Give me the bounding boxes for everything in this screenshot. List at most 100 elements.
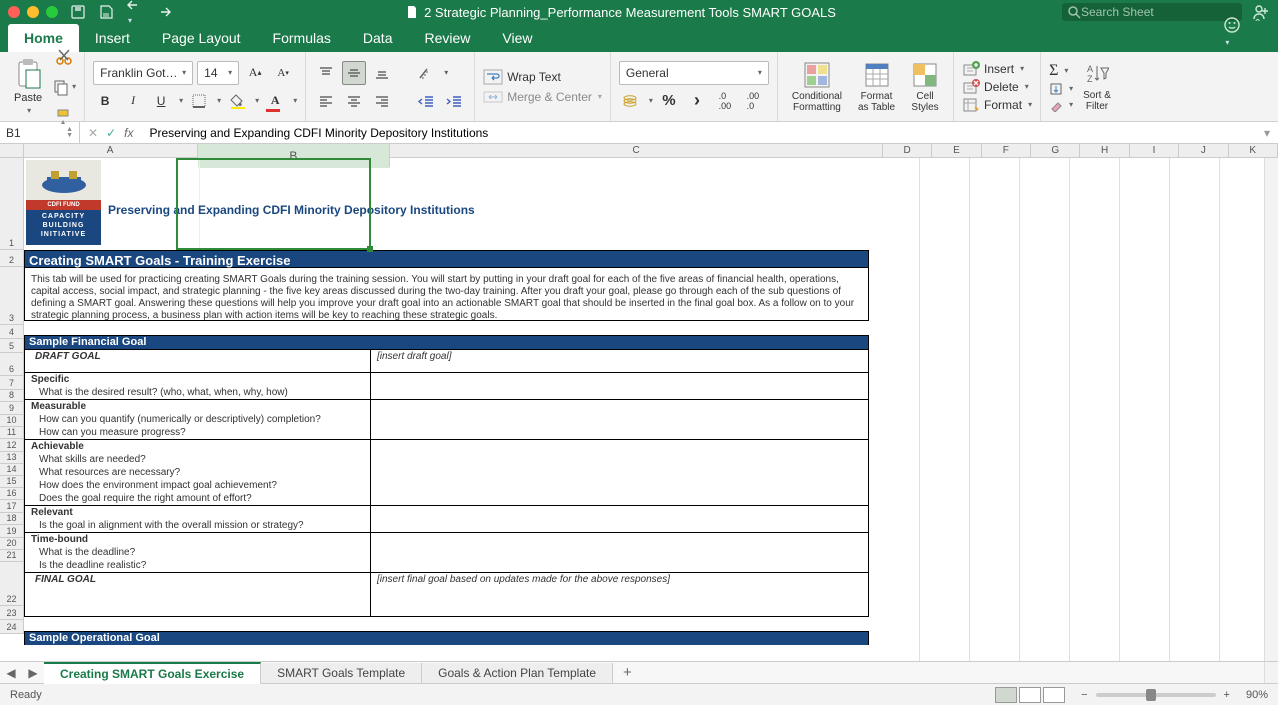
font-name-select[interactable]: Franklin Got…▾: [93, 61, 193, 85]
align-left-icon[interactable]: [314, 89, 338, 113]
row-header-8[interactable]: 8: [0, 390, 23, 402]
orientation-icon[interactable]: [414, 61, 438, 85]
row-header-3[interactable]: 3: [0, 267, 23, 325]
wrap-text-button[interactable]: Wrap Text: [483, 69, 602, 85]
minimize-window-icon[interactable]: [27, 6, 39, 18]
underline-icon[interactable]: U: [149, 89, 173, 113]
row-header-10[interactable]: 10: [0, 415, 23, 427]
number-format-select[interactable]: General▾: [619, 61, 769, 85]
percent-icon[interactable]: %: [657, 89, 681, 113]
align-middle-icon[interactable]: [342, 61, 366, 85]
search-input[interactable]: [1081, 5, 1221, 19]
tab-view[interactable]: View: [486, 24, 548, 52]
row-header-18[interactable]: 18: [0, 513, 23, 525]
decrease-decimal-icon[interactable]: .00.0: [741, 89, 765, 113]
smiley-feedback-icon[interactable]: ▾: [1223, 16, 1241, 48]
zoom-level[interactable]: 90%: [1246, 689, 1268, 701]
row-header-5[interactable]: 5: [0, 339, 23, 353]
cut-icon[interactable]: [52, 45, 76, 69]
zoom-in-button[interactable]: +: [1224, 689, 1230, 701]
align-bottom-icon[interactable]: [370, 61, 394, 85]
save-icon[interactable]: [98, 4, 114, 20]
search-sheet-box[interactable]: [1062, 3, 1242, 21]
name-box[interactable]: B1 ▲▼: [0, 122, 80, 143]
insert-cells-button[interactable]: Insert▾: [962, 61, 1032, 77]
tab-page-layout[interactable]: Page Layout: [146, 24, 257, 52]
col-header-C[interactable]: C: [390, 144, 883, 157]
collapse-ribbon-icon[interactable]: ˆ: [1255, 16, 1260, 48]
formula-input[interactable]: [141, 126, 1256, 140]
row-header-20[interactable]: 20: [0, 538, 23, 550]
merge-center-button[interactable]: Merge & Center▾: [483, 89, 602, 105]
col-header-B[interactable]: B: [198, 144, 391, 168]
row-header-13[interactable]: 13: [0, 452, 23, 464]
horizontal-scrollbar[interactable]: [1264, 662, 1278, 683]
comma-icon[interactable]: ›: [685, 89, 709, 113]
maximize-window-icon[interactable]: [46, 6, 58, 18]
row-header-6[interactable]: 6: [0, 353, 23, 376]
sheet-tab-3[interactable]: Goals & Action Plan Template: [422, 663, 613, 683]
align-top-icon[interactable]: [314, 61, 338, 85]
col-header-D[interactable]: D: [883, 144, 932, 157]
view-normal-icon[interactable]: [995, 687, 1017, 703]
align-center-icon[interactable]: [342, 89, 366, 113]
currency-icon[interactable]: [619, 89, 643, 113]
cancel-formula-icon[interactable]: ✕: [88, 126, 98, 140]
decrease-font-icon[interactable]: A▾: [271, 61, 295, 85]
row-header-2[interactable]: 2: [0, 250, 23, 267]
row-header-17[interactable]: 17: [0, 500, 23, 513]
row-header-7[interactable]: 7: [0, 376, 23, 390]
col-header-A[interactable]: A: [24, 144, 198, 157]
paste-button[interactable]: Paste ▾: [8, 56, 48, 117]
row-header-19[interactable]: 19: [0, 525, 23, 538]
sheet-tab-2[interactable]: SMART Goals Template: [261, 663, 422, 683]
sheet-tab-1[interactable]: Creating SMART Goals Exercise: [44, 662, 261, 684]
col-header-K[interactable]: K: [1229, 144, 1278, 157]
expand-formula-bar-icon[interactable]: ▾: [1256, 126, 1278, 140]
bold-icon[interactable]: B: [93, 89, 117, 113]
font-size-select[interactable]: 14▾: [197, 61, 239, 85]
increase-font-icon[interactable]: A▴: [243, 61, 267, 85]
add-sheet-button[interactable]: +: [613, 664, 642, 681]
col-header-E[interactable]: E: [932, 144, 981, 157]
row-header-15[interactable]: 15: [0, 476, 23, 488]
row-header-22[interactable]: 22: [0, 562, 23, 606]
align-right-icon[interactable]: [370, 89, 394, 113]
tab-formulas[interactable]: Formulas: [257, 24, 347, 52]
view-page-layout-icon[interactable]: [1019, 687, 1041, 703]
tab-data[interactable]: Data: [347, 24, 409, 52]
col-header-I[interactable]: I: [1130, 144, 1179, 157]
sort-filter-button[interactable]: AZ Sort & Filter: [1077, 60, 1117, 114]
zoom-out-button[interactable]: −: [1081, 689, 1087, 701]
row-header-21[interactable]: 21: [0, 550, 23, 562]
delete-cells-button[interactable]: Delete▾: [962, 79, 1032, 95]
format-as-table-button[interactable]: Format as Table: [852, 59, 901, 115]
tab-review[interactable]: Review: [408, 24, 486, 52]
tab-insert[interactable]: Insert: [79, 24, 146, 52]
redo-icon[interactable]: [156, 5, 172, 19]
col-header-H[interactable]: H: [1080, 144, 1129, 157]
row-header-23[interactable]: 23: [0, 606, 23, 620]
autosum-icon[interactable]: Σ▾: [1049, 62, 1073, 80]
conditional-formatting-button[interactable]: Conditional Formatting: [786, 59, 848, 115]
col-header-J[interactable]: J: [1179, 144, 1228, 157]
clear-icon[interactable]: ▾: [1049, 98, 1073, 112]
vertical-scrollbar[interactable]: [1264, 158, 1278, 661]
window-traffic-lights[interactable]: [8, 6, 58, 18]
copy-icon[interactable]: ▾: [52, 75, 76, 99]
col-header-F[interactable]: F: [982, 144, 1031, 157]
zoom-slider[interactable]: [1096, 693, 1216, 697]
row-header-11[interactable]: 11: [0, 427, 23, 439]
fill-icon[interactable]: ▾: [1049, 82, 1073, 96]
fill-color-icon[interactable]: [225, 89, 249, 113]
row-header-14[interactable]: 14: [0, 464, 23, 476]
row-header-16[interactable]: 16: [0, 488, 23, 500]
row-header-9[interactable]: 9: [0, 402, 23, 415]
fx-icon[interactable]: fx: [124, 126, 133, 140]
decrease-indent-icon[interactable]: [414, 89, 438, 113]
format-cells-button[interactable]: Format▾: [962, 97, 1032, 113]
cell-styles-button[interactable]: Cell Styles: [905, 59, 945, 115]
italic-icon[interactable]: I: [121, 89, 145, 113]
increase-indent-icon[interactable]: [442, 89, 466, 113]
sheet-nav-next-icon[interactable]: ▶: [22, 662, 44, 684]
